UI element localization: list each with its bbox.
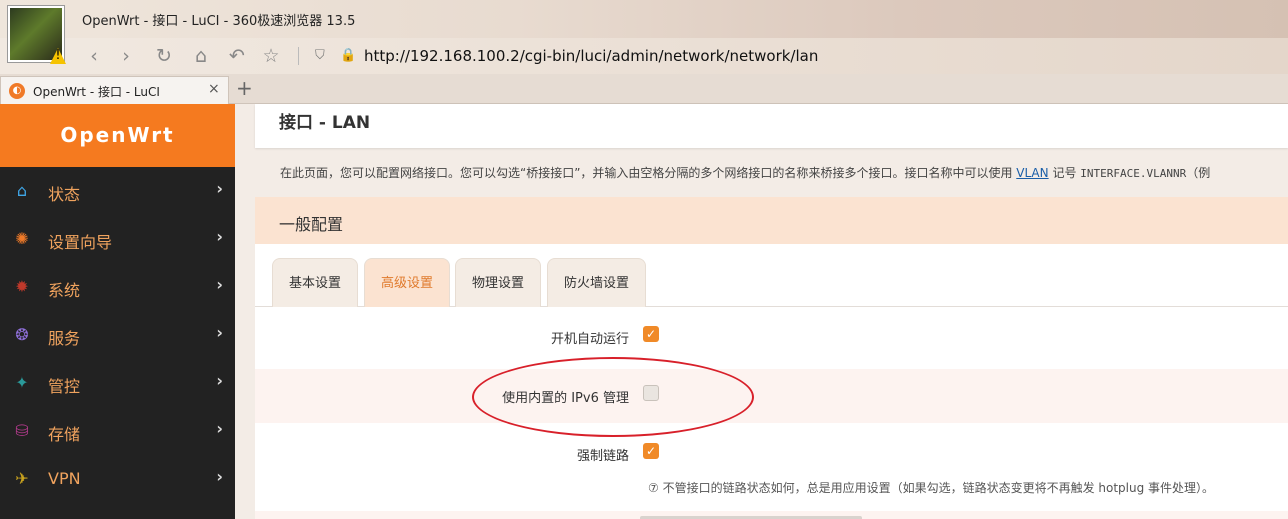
sidebar-item-1[interactable]: ✺ 设置向导 › — [0, 215, 235, 263]
tab-advanced-settings[interactable]: 高级设置 — [364, 258, 451, 307]
config-tabs: 基本设置 高级设置 物理设置 防火墙设置 — [255, 244, 1288, 307]
gear-icon: ✹ — [15, 277, 29, 296]
ipv6-management-label: 使用内置的 IPv6 管理 — [502, 391, 629, 406]
sidebar-item-4[interactable]: ✦ 管控 › — [0, 359, 235, 407]
tab-physical-settings[interactable]: 物理设置 — [455, 258, 542, 307]
favorite-star-icon[interactable]: ☆ — [259, 44, 283, 68]
sidebar-item-0[interactable]: ⌂ 状态 › — [0, 167, 235, 215]
field-row-force-link: 强制链路 ✓ — [255, 427, 1288, 481]
nav-separator — [298, 47, 299, 65]
sidebar: OpenWrt ⌂ 状态 › ✺ 设置向导 › ✹ 系统 › ❂ 服务 › ✦ 管控 › ⛁ 存储 › ✈ VPN › — [0, 104, 235, 519]
main-content: 接口 - LAN 在此页面，您可以配置网络接口。您可以勾选“桥接接口”，并输入由… — [235, 104, 1288, 519]
chevron-right-icon: › — [216, 179, 223, 198]
close-icon[interactable]: × — [208, 81, 220, 97]
chevron-right-icon: › — [216, 371, 223, 390]
chevron-right-icon: › — [216, 467, 223, 486]
vpn-icon: ✈ — [15, 469, 29, 488]
sidebar-item-label: 管控 — [48, 377, 81, 396]
browser-tab[interactable]: ◐ OpenWrt - 接口 - LuCI × — [0, 76, 229, 104]
browser-tab-title: OpenWrt - 接口 - LuCI — [33, 85, 160, 99]
force-link-checkbox[interactable]: ✓ — [643, 443, 659, 459]
ipv6-management-checkbox[interactable] — [643, 385, 659, 401]
wizard-icon: ✺ — [15, 229, 29, 248]
tab-firewall-settings[interactable]: 防火墙设置 — [547, 258, 647, 307]
chevron-right-icon: › — [216, 323, 223, 342]
chevron-right-icon: › — [216, 419, 223, 438]
sidebar-item-6[interactable]: ✈ VPN › — [0, 455, 235, 503]
sidebar-item-label: VPN — [48, 469, 81, 488]
sidebar-item-3[interactable]: ❂ 服务 › — [0, 311, 235, 359]
control-icon: ✦ — [15, 373, 29, 392]
field-row-autostart: 开机自动运行 ✓ — [255, 310, 1288, 364]
field-row-ipv6: 使用内置的 IPv6 管理 — [255, 369, 1288, 423]
autostart-checkbox[interactable]: ✓ — [643, 326, 659, 342]
chevron-right-icon: › — [216, 275, 223, 294]
address-bar[interactable]: http://192.168.100.2/cgi-bin/luci/admin/… — [364, 47, 818, 65]
description-code: INTERFACE.VLANNR — [1080, 167, 1187, 180]
autostart-label: 开机自动运行 — [550, 332, 629, 347]
new-tab-icon[interactable]: + — [236, 76, 253, 100]
home-icon: ⌂ — [16, 181, 28, 200]
shield-icon[interactable]: ⛉ — [315, 48, 325, 63]
sidebar-item-label: 设置向导 — [48, 233, 113, 252]
force-link-hint: ⑦ 不管接口的链路状态如何，总是用应用设置（如果勾选，链路状态变更将不再触发 h… — [648, 481, 1215, 495]
back-icon[interactable]: ‹ — [82, 44, 106, 68]
warning-icon: ! — [50, 48, 66, 64]
page-title: 接口 - LAN — [279, 113, 371, 133]
description-mid: 记号 — [1048, 166, 1081, 180]
browser-tabbar: ◐ OpenWrt - 接口 - LuCI × + — [0, 74, 1288, 104]
lock-icon[interactable]: 🔒 — [340, 48, 356, 63]
sidebar-menu: ⌂ 状态 › ✺ 设置向导 › ✹ 系统 › ❂ 服务 › ✦ 管控 › ⛁ 存储 › ✈ VPN › — [0, 167, 235, 503]
storage-icon: ⛁ — [15, 421, 29, 440]
user-avatar[interactable]: ! — [8, 6, 66, 64]
general-config-section: 一般配置 基本设置 高级设置 物理设置 防火墙设置 开机自动运行 ✓ 使用内置的… — [255, 197, 1288, 519]
home-icon[interactable]: ⌂ — [189, 44, 213, 68]
tab-basic-settings[interactable]: 基本设置 — [272, 258, 359, 307]
page-header: 接口 - LAN — [255, 104, 1288, 148]
sidebar-item-label: 状态 — [48, 185, 81, 204]
window-title: OpenWrt - 接口 - LuCI - 360极速浏览器 13.5 — [82, 14, 356, 29]
section-title: 一般配置 — [255, 197, 1288, 244]
sidebar-item-label: 服务 — [48, 329, 81, 348]
services-icon: ❂ — [15, 325, 29, 344]
undo-icon[interactable]: ↶ — [225, 44, 249, 68]
chevron-right-icon: › — [216, 227, 223, 246]
sidebar-item-label: 系统 — [48, 281, 81, 300]
sidebar-item-2[interactable]: ✹ 系统 › — [0, 263, 235, 311]
force-link-label: 强制链路 — [576, 449, 629, 464]
description-suffix: （例 — [1186, 166, 1211, 180]
browser-navbar: ‹ › ↻ ⌂ ↶ ☆ ⛉ 🔒 http://192.168.100.2/cgi… — [0, 38, 1288, 74]
page-description: 在此页面，您可以配置网络接口。您可以勾选“桥接接口”，并输入由空格分隔的多个网络… — [280, 164, 1210, 181]
favicon-icon: ◐ — [9, 83, 25, 99]
vlan-link[interactable]: VLAN — [1016, 166, 1048, 180]
brand-logo[interactable]: OpenWrt — [0, 104, 235, 167]
sidebar-item-label: 存储 — [48, 425, 81, 444]
refresh-icon[interactable]: ↻ — [152, 44, 176, 68]
sidebar-item-5[interactable]: ⛁ 存储 › — [0, 407, 235, 455]
browser-titlebar: OpenWrt - 接口 - LuCI - 360极速浏览器 13.5 — [0, 0, 1288, 38]
forward-icon[interactable]: › — [114, 44, 138, 68]
description-prefix: 在此页面，您可以配置网络接口。您可以勾选“桥接接口”，并输入由空格分隔的多个网络… — [280, 166, 1017, 180]
